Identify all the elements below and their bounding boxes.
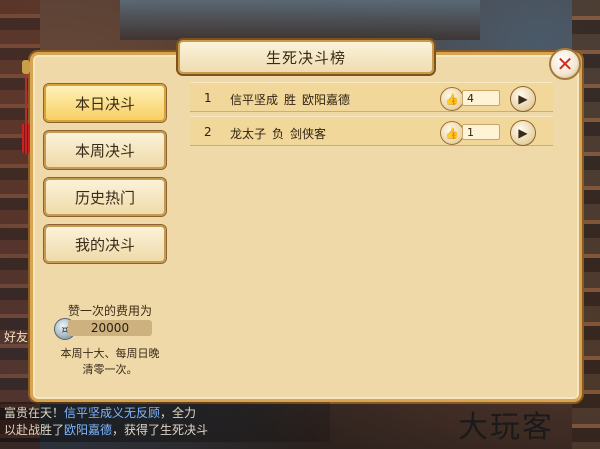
tassel-ornament (22, 60, 30, 160)
duel-row: 2 龙太子负剑侠客 👍 1 ▶ (190, 116, 553, 146)
duel-row: 1 信平坚成胜欧阳嘉德 👍 4 ▶ (190, 82, 553, 112)
duel-result: 负 (272, 127, 285, 141)
system-chat-message: 富贵在天！信平坚成义无反顾，全力 以赴战胜了欧阳嘉德，获得了生死决斗 (0, 402, 330, 442)
panel-title: 生死决斗榜 (178, 40, 434, 74)
like-cost-row: ¤ 20000 (54, 318, 170, 340)
like-count: 1 (462, 124, 500, 140)
friend-label[interactable]: 好友 (4, 328, 28, 345)
duel-result: 胜 (284, 93, 297, 107)
duel-player1: 信平坚成 (230, 93, 279, 107)
duel-list: 1 信平坚成胜欧阳嘉德 👍 4 ▶ 2 龙太子负剑侠客 👍 1 ▶ (190, 82, 553, 382)
close-icon: ✕ (556, 52, 574, 76)
duel-player1: 龙太子 (230, 127, 267, 141)
duel-description: 龙太子负剑侠客 (230, 125, 332, 142)
reset-note: 本周十大、每周日晚 清零一次。 (60, 347, 160, 376)
play-icon: ▶ (518, 92, 528, 106)
sidebar: 本日决斗 本周决斗 历史热门 我的决斗 赞一次的费用为 ¤ 20000 本周十大… (34, 76, 180, 376)
background-building-top (120, 0, 480, 40)
play-icon: ▶ (518, 126, 528, 140)
duel-rank: 1 (204, 91, 212, 105)
chat-player-link[interactable]: 信平坚成义无反顾 (64, 406, 160, 420)
duel-player2: 欧阳嘉德 (302, 93, 351, 107)
like-cost-amount: 20000 (68, 320, 152, 336)
duel-description: 信平坚成胜欧阳嘉德 (230, 91, 356, 108)
close-button[interactable]: ✕ (549, 48, 581, 80)
tab-history-hot[interactable]: 历史热门 (44, 178, 166, 216)
tab-week-duels[interactable]: 本周决斗 (44, 131, 166, 169)
tab-my-duels[interactable]: 我的决斗 (44, 225, 166, 263)
thumbs-up-icon[interactable]: 👍 (440, 87, 464, 111)
chat-player-link[interactable]: 欧阳嘉德 (64, 423, 112, 437)
thumbs-up-icon[interactable]: 👍 (440, 121, 464, 145)
play-replay-button[interactable]: ▶ (510, 86, 536, 112)
play-replay-button[interactable]: ▶ (510, 120, 536, 146)
duel-rank: 2 (204, 125, 212, 139)
tab-today-duels[interactable]: 本日决斗 (44, 84, 166, 122)
watermark-logo: 大玩客 (458, 410, 554, 445)
duel-player2: 剑侠客 (290, 127, 327, 141)
like-count: 4 (462, 90, 500, 106)
like-cost-label: 赞一次的费用为 (67, 304, 152, 318)
